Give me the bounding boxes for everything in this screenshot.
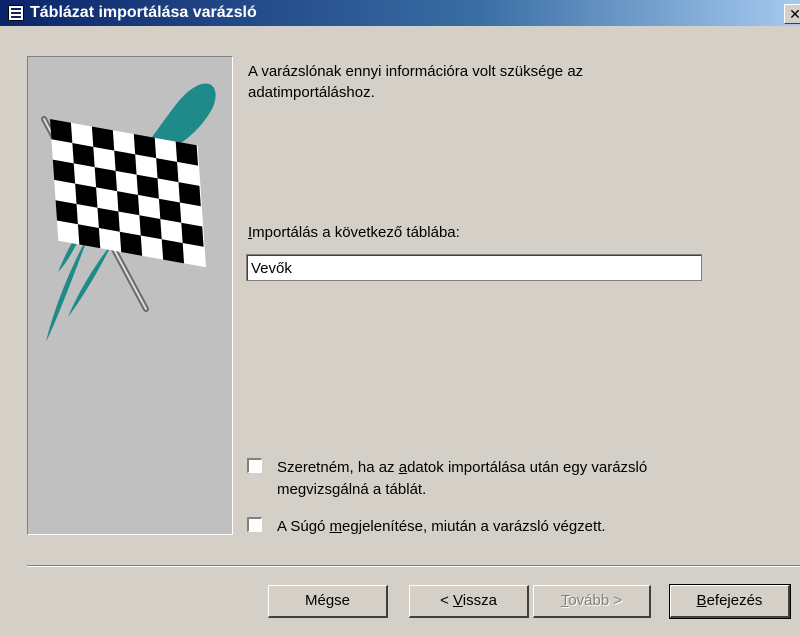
- form-icon: [8, 5, 24, 21]
- close-button[interactable]: ✕: [784, 4, 800, 24]
- wizard-info-text: A varázslónak ennyi információra volt sz…: [248, 63, 584, 101]
- import-table-label: Importálás a következő táblába:: [248, 224, 460, 241]
- next-button[interactable]: Tovább >: [533, 585, 651, 618]
- button-separator: [27, 565, 800, 567]
- wizard-art-panel: [27, 56, 233, 535]
- analyze-table-checkbox[interactable]: [247, 458, 262, 473]
- finish-button[interactable]: Befejezés: [669, 584, 791, 619]
- title-bar[interactable]: Táblázat importálása varázsló ✕: [0, 0, 800, 26]
- back-button[interactable]: < Vissza: [409, 585, 529, 618]
- checkered-flag-icon: [41, 83, 216, 342]
- show-help-label[interactable]: A Súgó megjelenítése, miután a varázsló …: [277, 516, 737, 538]
- cancel-button[interactable]: Mégse: [268, 585, 388, 618]
- analyze-table-label[interactable]: Szeretném, ha az adatok importálása után…: [277, 457, 737, 501]
- show-help-checkbox[interactable]: [247, 517, 262, 532]
- table-name-input[interactable]: [246, 254, 702, 281]
- window-title: Táblázat importálása varázsló: [30, 4, 257, 21]
